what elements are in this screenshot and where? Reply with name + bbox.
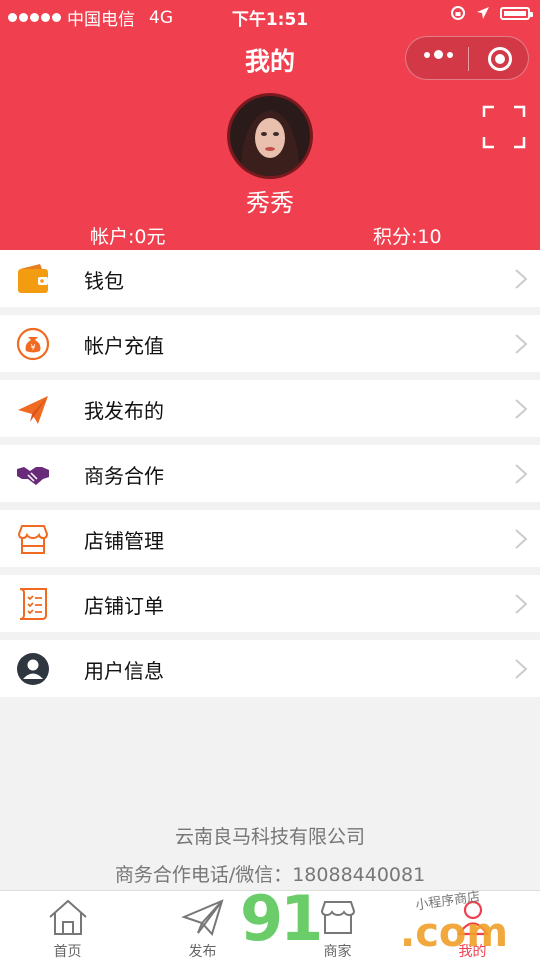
menu-list: 钱包 ¥ 帐户充值 我发布的 商务合作 店铺管理 店铺订单 用户信息 xyxy=(0,250,540,705)
footer-info: 云南良马科技有限公司 商务合作电话/微信：18088440081 xyxy=(0,818,540,894)
menu-label: 店铺管理 xyxy=(84,529,164,553)
close-miniprogram-icon[interactable] xyxy=(488,47,512,71)
miniprogram-capsule xyxy=(405,36,529,80)
chevron-right-icon xyxy=(515,594,528,614)
shop-icon xyxy=(320,901,356,934)
tab-mine[interactable]: 我的 xyxy=(405,891,540,961)
capsule-divider xyxy=(468,47,469,71)
menu-item-store-orders[interactable]: 店铺订单 xyxy=(0,575,540,632)
menu-label: 商务合作 xyxy=(84,464,164,488)
svg-text:¥: ¥ xyxy=(30,343,35,352)
wallet-icon xyxy=(18,264,48,293)
chevron-right-icon xyxy=(515,334,528,354)
tab-label: 发布 xyxy=(188,944,217,960)
menu-item-wallet[interactable]: 钱包 xyxy=(0,250,540,307)
store-icon xyxy=(17,525,49,554)
status-bar: 中国电信 4G 下午1:51 xyxy=(0,0,540,30)
company-name: 云南良马科技有限公司 xyxy=(174,826,365,848)
menu-item-my-posts[interactable]: 我发布的 xyxy=(0,380,540,437)
tab-bar: 首页 发布 商家 我的 xyxy=(0,890,540,961)
tab-label: 商家 xyxy=(323,944,352,960)
paper-plane-icon xyxy=(18,396,48,424)
rotation-lock-icon xyxy=(451,6,465,20)
chevron-right-icon xyxy=(515,659,528,679)
menu-item-business[interactable]: 商务合作 xyxy=(0,445,540,502)
order-list-icon xyxy=(19,588,47,620)
menu-item-store-manage[interactable]: 店铺管理 xyxy=(0,510,540,567)
username: 秀秀 xyxy=(246,189,294,217)
scan-icon[interactable] xyxy=(482,105,526,149)
handshake-icon xyxy=(17,467,49,485)
chevron-right-icon xyxy=(515,529,528,549)
menu-item-recharge[interactable]: ¥ 帐户充值 xyxy=(0,315,540,372)
menu-label: 帐户充值 xyxy=(84,334,164,358)
menu-item-user-info[interactable]: 用户信息 xyxy=(0,640,540,697)
avatar[interactable] xyxy=(227,93,313,179)
tab-home[interactable]: 首页 xyxy=(0,891,135,961)
menu-label: 钱包 xyxy=(84,269,124,293)
tab-label: 我的 xyxy=(458,944,487,960)
business-contact: 商务合作电话/微信：18088440081 xyxy=(114,864,426,886)
more-menu-icon[interactable] xyxy=(424,50,453,59)
status-right xyxy=(450,5,533,21)
send-icon xyxy=(181,899,224,936)
chevron-right-icon xyxy=(515,399,528,419)
location-icon xyxy=(477,7,489,19)
money-bag-icon: ¥ xyxy=(16,327,50,361)
chevron-right-icon xyxy=(515,464,528,484)
chevron-right-icon xyxy=(515,269,528,289)
avatar-image xyxy=(240,110,300,176)
points: 积分:10 xyxy=(373,226,442,248)
profile-icon xyxy=(456,900,490,936)
menu-label: 用户信息 xyxy=(84,659,164,683)
battery-icon xyxy=(500,6,533,20)
menu-label: 店铺订单 xyxy=(84,594,164,618)
user-circle-icon xyxy=(17,653,49,685)
home-icon xyxy=(49,899,87,935)
account-balance: 帐户:0元 xyxy=(90,226,166,248)
tab-label: 首页 xyxy=(53,944,82,960)
menu-label: 我发布的 xyxy=(84,399,164,423)
tab-publish[interactable]: 发布 xyxy=(135,891,270,961)
profile-header: 中国电信 4G 下午1:51 我的 秀秀 帐户:0元 积分:10 xyxy=(0,0,540,250)
tab-merchants[interactable]: 商家 xyxy=(270,891,405,961)
